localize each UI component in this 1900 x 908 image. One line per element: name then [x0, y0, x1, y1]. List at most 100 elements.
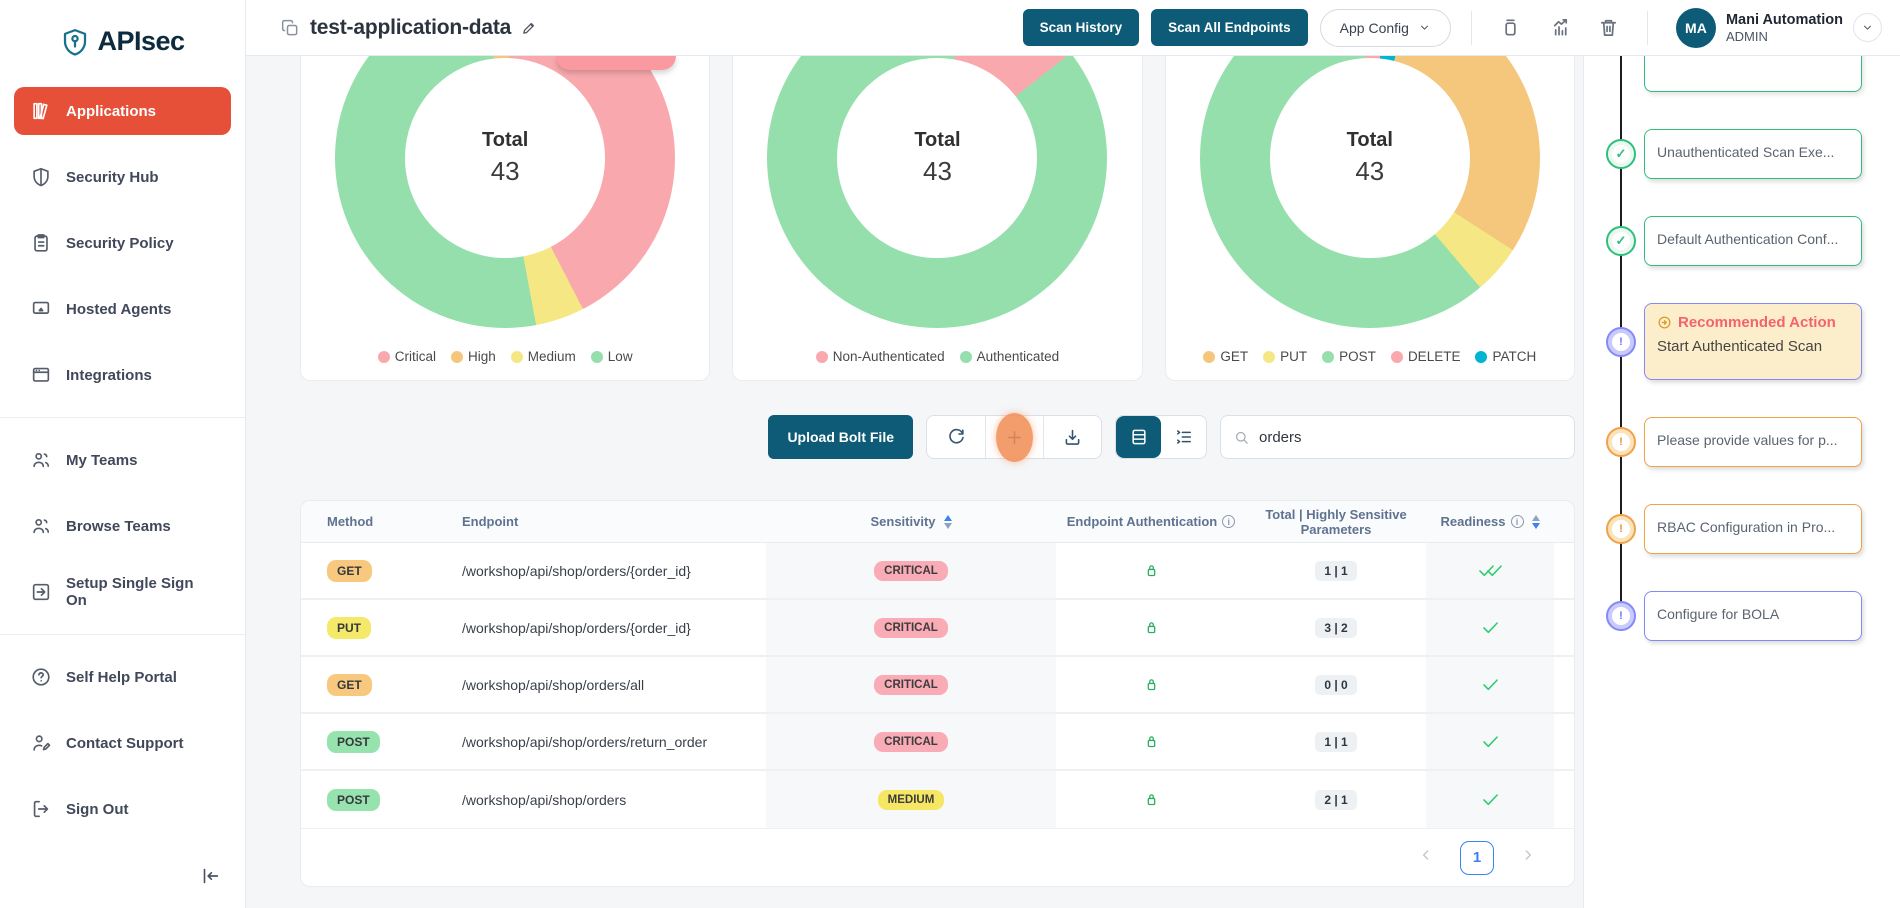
sensitivity-badge: CRITICAL [874, 732, 948, 752]
lock-icon[interactable] [1143, 676, 1160, 693]
scan-all-endpoints-button[interactable]: Scan All Endpoints [1151, 9, 1308, 46]
table-row[interactable]: GET /workshop/api/shop/orders/all CRITIC… [301, 657, 1574, 714]
parameters-count-badge: 3 | 2 [1315, 618, 1356, 638]
legend-item[interactable]: GET [1203, 349, 1248, 364]
lock-icon[interactable] [1143, 733, 1160, 750]
severity-donut-chart[interactable]: Total 43 [335, 56, 675, 328]
timeline-item: Recommended Action Start Authenticated S… [1606, 303, 1862, 380]
legend-item[interactable]: Non-Authenticated [816, 349, 945, 364]
upload-bolt-file-button[interactable]: Upload Bolt File [768, 415, 913, 459]
table-row[interactable]: PUT /workshop/api/shop/orders/{order_id}… [301, 600, 1574, 657]
content-pane: Total 43 Critical [246, 56, 1583, 908]
methods-donut-chart[interactable]: Total 43 [1200, 56, 1540, 328]
readiness-cell [1426, 771, 1554, 828]
chart-trend-icon[interactable] [1548, 16, 1571, 39]
sidebar-item[interactable]: Contact Support [14, 719, 231, 767]
timeline-card[interactable] [1644, 56, 1862, 92]
refresh-button[interactable] [927, 416, 985, 458]
list-view-toggle[interactable] [1161, 416, 1206, 458]
timeline-card[interactable]: Configure for BOLA [1644, 591, 1862, 641]
column-sensitivity[interactable]: Sensitivity [766, 514, 1056, 529]
legend-dot [451, 351, 463, 363]
copy-icon[interactable] [280, 18, 300, 38]
timeline-card[interactable]: Recommended Action Start Authenticated S… [1644, 303, 1862, 380]
apisec-shield-icon [60, 27, 90, 57]
sidebar-item[interactable]: Security Hub [14, 153, 231, 201]
legend-item[interactable]: DELETE [1391, 349, 1461, 364]
sidebar-item[interactable]: Sign Out [14, 785, 231, 833]
table-view-toggle[interactable] [1116, 416, 1161, 458]
sidebar-item-label: My Teams [66, 452, 137, 469]
endpoint-path: /workshop/api/shop/orders/{order_id} [436, 620, 766, 636]
chart-cards-row: Total 43 Critical [300, 56, 1575, 381]
legend-label: High [468, 349, 496, 364]
user-menu[interactable]: MA Mani Automation ADMIN [1676, 8, 1882, 48]
authentication-donut-chart[interactable]: Total 43 [767, 56, 1107, 328]
sort-sensitivity[interactable] [944, 515, 952, 529]
previous-page-button[interactable] [1418, 847, 1434, 868]
sidebar-item[interactable]: My Teams [14, 436, 231, 484]
sidebar-item[interactable]: Self Help Portal [14, 653, 231, 701]
info-icon[interactable]: i [1511, 515, 1524, 528]
applications-icon [30, 100, 52, 122]
user-chevron-button[interactable] [1853, 13, 1882, 42]
main-area: test-application-data Scan History Scan … [246, 0, 1900, 908]
scan-history-button[interactable]: Scan History [1023, 9, 1140, 46]
sidebar-item[interactable]: Integrations [14, 351, 231, 399]
app-config-dropdown[interactable]: App Config [1320, 9, 1451, 47]
sidebar-item[interactable]: Hosted Agents [14, 285, 231, 333]
legend-item[interactable]: PATCH [1475, 349, 1536, 364]
legend-item[interactable]: Low [591, 349, 633, 364]
parameters-count-badge: 1 | 1 [1315, 561, 1356, 581]
timeline-card[interactable]: Please provide values for p... [1644, 417, 1862, 467]
search-input[interactable] [1221, 416, 1574, 458]
sidebar-item[interactable]: Applications [14, 87, 231, 135]
timeline-card-text: Please provide values for p... [1657, 432, 1849, 448]
topbar-divider [1471, 11, 1472, 45]
legend-item[interactable]: High [451, 349, 496, 364]
sidebar-item-label: Hosted Agents [66, 301, 171, 318]
legend-label: Medium [528, 349, 576, 364]
download-button[interactable] [1043, 416, 1101, 458]
legend-item[interactable]: PUT [1263, 349, 1307, 364]
page-number-button[interactable]: 1 [1460, 841, 1494, 875]
legend-label: Low [608, 349, 633, 364]
table-row[interactable]: POST /workshop/api/shop/orders MEDIUM 2 … [301, 771, 1574, 828]
check-icon [1480, 674, 1501, 695]
workflow-timeline-panel: Unauthenticated Scan Exe... Default Auth… [1583, 56, 1900, 908]
legend-dot [1322, 351, 1334, 363]
lock-icon[interactable] [1143, 619, 1160, 636]
table-row[interactable]: GET /workshop/api/shop/orders/{order_id}… [301, 543, 1574, 600]
sidebar-item[interactable]: Browse Teams [14, 502, 231, 550]
severity-legend: Critical High Medium [378, 349, 633, 364]
lock-icon[interactable] [1143, 791, 1160, 808]
legend-dot [960, 351, 972, 363]
table-row[interactable]: POST /workshop/api/shop/orders/return_or… [301, 714, 1574, 771]
column-readiness[interactable]: Readiness i [1426, 514, 1554, 529]
archive-icon[interactable] [1499, 16, 1522, 39]
legend-item[interactable]: Authenticated [960, 349, 1060, 364]
legend-item[interactable]: Critical [378, 349, 436, 364]
edit-pencil-icon[interactable] [521, 19, 538, 36]
sidebar-item[interactable]: Security Policy [14, 219, 231, 267]
column-method: Method [301, 514, 436, 529]
column-endpoint-authentication: Endpoint Authentication i [1056, 514, 1246, 529]
timeline-card-text: Unauthenticated Scan Exe... [1657, 144, 1849, 160]
donut-center: Total 43 [405, 58, 605, 258]
timeline-card[interactable]: Default Authentication Conf... [1644, 216, 1862, 266]
sort-readiness[interactable] [1532, 515, 1540, 529]
timeline-status-icon [1606, 327, 1636, 357]
legend-item[interactable]: POST [1322, 349, 1376, 364]
timeline-card[interactable]: RBAC Configuration in Pro... [1644, 504, 1862, 554]
sidebar-item[interactable]: Setup Single Sign On [14, 568, 231, 616]
lock-icon[interactable] [1143, 562, 1160, 579]
info-icon[interactable]: i [1222, 515, 1235, 528]
add-endpoint-button[interactable] [985, 416, 1043, 458]
trash-icon[interactable] [1597, 16, 1620, 39]
check-icon [1484, 560, 1505, 581]
timeline-card[interactable]: Unauthenticated Scan Exe... [1644, 129, 1862, 179]
legend-item[interactable]: Medium [511, 349, 576, 364]
next-page-button[interactable] [1520, 847, 1536, 868]
chevron-right-icon [1520, 847, 1536, 863]
sidebar-collapse-button[interactable] [175, 851, 245, 908]
